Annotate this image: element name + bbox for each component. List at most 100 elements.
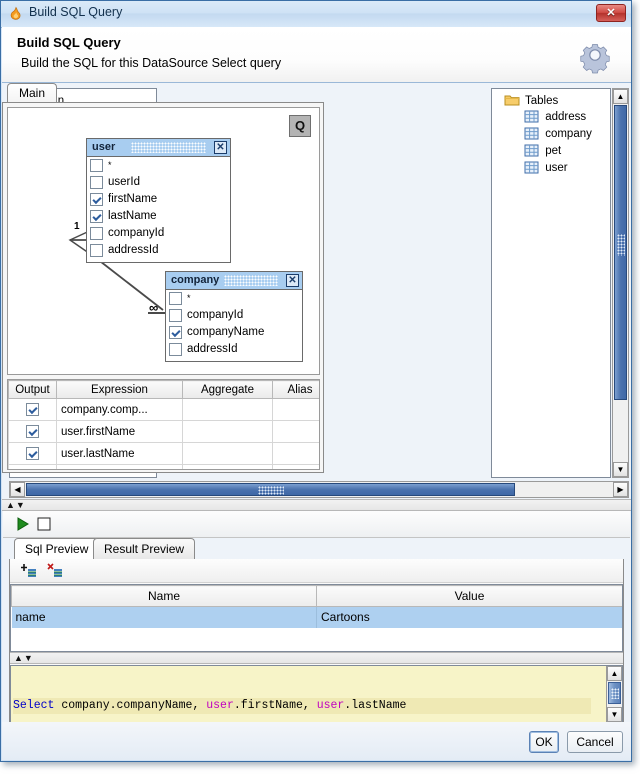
cell-alias[interactable] xyxy=(272,398,319,421)
col-output[interactable]: Output xyxy=(8,380,57,399)
table-header-user[interactable]: user ✕ xyxy=(87,139,230,157)
field-checkbox[interactable] xyxy=(169,309,182,322)
splitter-bottom[interactable]: ▲▼ xyxy=(10,652,623,664)
cell-aggregate[interactable] xyxy=(182,464,273,469)
cell-expression[interactable] xyxy=(56,464,183,469)
cell-alias[interactable] xyxy=(272,442,319,465)
cell-alias[interactable] xyxy=(272,464,319,469)
close-icon[interactable]: ✕ xyxy=(286,274,299,287)
scroll-down-button[interactable]: ▼ xyxy=(607,707,622,722)
cell-expression[interactable]: company.comp... xyxy=(56,398,183,421)
vertical-scroll-thumb[interactable] xyxy=(614,105,627,400)
join-diagram-canvas[interactable]: 1 ∞ user ✕ * userId firstName lastName c… xyxy=(7,107,320,375)
output-checkbox[interactable] xyxy=(26,402,39,416)
cancel-button[interactable]: Cancel xyxy=(567,731,623,753)
cell-output[interactable] xyxy=(8,442,57,465)
field-checkbox[interactable] xyxy=(90,193,103,206)
params-table-wrap[interactable]: Name Value name Cartoons xyxy=(10,584,623,652)
drag-grip[interactable] xyxy=(224,275,278,286)
splitter-top[interactable]: ▲▼ xyxy=(2,499,631,511)
tables-root[interactable]: Tables xyxy=(498,93,610,110)
field-checkbox[interactable] xyxy=(90,159,103,172)
field-checkbox[interactable] xyxy=(90,227,103,240)
tables-item[interactable]: address xyxy=(498,110,610,127)
scroll-right-button[interactable]: ▶ xyxy=(613,482,628,497)
diagram-table-user[interactable]: user ✕ * userId firstName lastName compa… xyxy=(86,138,231,263)
close-icon[interactable]: ✕ xyxy=(596,4,626,22)
play-icon[interactable] xyxy=(15,516,31,535)
expression-grid[interactable]: Output Expression Aggregate Alias Sort c… xyxy=(7,379,320,470)
cell-param-value[interactable]: Cartoons xyxy=(316,606,622,628)
tab-result-preview[interactable]: Result Preview xyxy=(93,538,196,559)
field-row[interactable]: userId xyxy=(87,174,230,191)
scroll-grip xyxy=(258,486,284,495)
field-checkbox[interactable] xyxy=(169,343,182,356)
cell-expression[interactable]: user.firstName xyxy=(56,420,183,443)
sql-scroll-thumb[interactable] xyxy=(608,682,621,704)
field-row[interactable]: addressId xyxy=(87,242,230,259)
field-row[interactable]: * xyxy=(87,157,230,174)
tables-item[interactable]: company xyxy=(498,127,610,144)
vertical-scrollbar[interactable]: ▲ ▼ xyxy=(612,88,629,478)
table-row[interactable] xyxy=(8,464,319,469)
tables-item[interactable]: user xyxy=(498,161,610,178)
stop-icon[interactable] xyxy=(37,517,51,534)
cell-aggregate[interactable] xyxy=(182,398,273,421)
scroll-down-button[interactable]: ▼ xyxy=(613,462,628,477)
table-row[interactable]: user.lastName xyxy=(8,442,319,465)
tab-main[interactable]: Main xyxy=(7,83,58,103)
ok-button[interactable]: OK xyxy=(529,731,559,753)
splitter-arrows[interactable]: ▲▼ xyxy=(6,501,26,510)
field-row[interactable]: companyId xyxy=(87,225,230,242)
field-row[interactable]: lastName xyxy=(87,208,230,225)
cell-aggregate[interactable] xyxy=(182,420,273,443)
field-checkbox[interactable] xyxy=(169,326,182,339)
col-alias[interactable]: Alias xyxy=(272,380,319,399)
close-icon[interactable]: ✕ xyxy=(214,141,227,154)
col-name[interactable]: Name xyxy=(11,585,317,607)
add-row-icon[interactable] xyxy=(20,562,38,583)
table-row[interactable]: user.firstName xyxy=(8,420,319,443)
tables-list-panel[interactable]: Tables address company pet user xyxy=(491,88,611,478)
field-row[interactable]: addressId xyxy=(166,341,302,358)
output-checkbox[interactable] xyxy=(26,424,39,438)
field-checkbox[interactable] xyxy=(169,292,182,305)
field-label: companyName xyxy=(187,326,265,338)
field-checkbox[interactable] xyxy=(90,210,103,223)
col-value[interactable]: Value xyxy=(316,585,622,607)
scroll-left-button[interactable]: ◀ xyxy=(10,482,25,497)
drag-grip[interactable] xyxy=(131,142,206,153)
col-expression[interactable]: Expression xyxy=(56,380,183,399)
field-checkbox[interactable] xyxy=(90,176,103,189)
scroll-up-button[interactable]: ▲ xyxy=(607,666,622,681)
cell-output[interactable] xyxy=(8,464,57,469)
table-row[interactable]: company.comp... xyxy=(8,398,319,421)
table-row[interactable]: name Cartoons xyxy=(11,606,622,628)
field-row[interactable]: * xyxy=(166,290,302,307)
delete-row-icon[interactable] xyxy=(46,562,64,583)
cell-alias[interactable] xyxy=(272,420,319,443)
sql-vertical-scrollbar[interactable]: ▲ ▼ xyxy=(606,666,622,722)
tables-item[interactable]: pet xyxy=(498,144,610,161)
scroll-up-button[interactable]: ▲ xyxy=(613,89,628,104)
cell-param-name[interactable]: name xyxy=(11,606,317,628)
sql-editor[interactable]: Select company.companyName, user.firstNa… xyxy=(10,665,623,723)
output-checkbox[interactable] xyxy=(26,468,39,469)
cell-expression[interactable]: user.lastName xyxy=(56,442,183,465)
cell-output[interactable] xyxy=(8,420,57,443)
horizontal-scrollbar[interactable]: ◀ ▶ xyxy=(9,481,629,498)
query-toggle-button[interactable]: Q xyxy=(289,115,311,137)
splitter-arrows[interactable]: ▲▼ xyxy=(14,654,34,663)
field-row[interactable]: firstName xyxy=(87,191,230,208)
tab-sql-preview[interactable]: Sql Preview xyxy=(14,538,100,559)
field-checkbox[interactable] xyxy=(90,244,103,257)
table-header-company[interactable]: company ✕ xyxy=(166,272,302,290)
cell-aggregate[interactable] xyxy=(182,442,273,465)
field-row[interactable]: companyId xyxy=(166,307,302,324)
field-row[interactable]: companyName xyxy=(166,324,302,341)
cell-output[interactable] xyxy=(8,398,57,421)
col-aggregate[interactable]: Aggregate xyxy=(182,380,273,399)
diagram-table-company[interactable]: company ✕ * companyId companyName addres… xyxy=(165,271,303,362)
horizontal-scroll-thumb[interactable] xyxy=(26,483,515,496)
output-checkbox[interactable] xyxy=(26,446,39,460)
